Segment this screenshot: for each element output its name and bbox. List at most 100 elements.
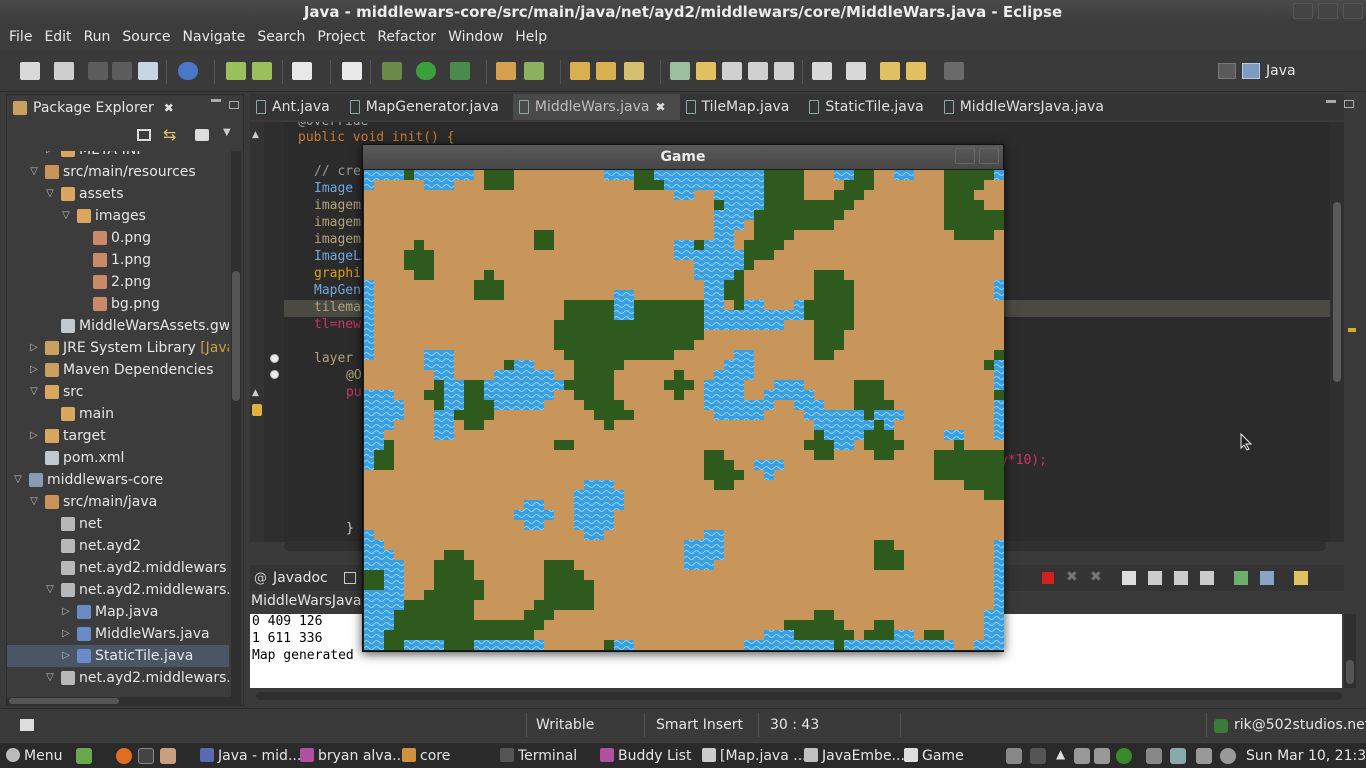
tree-row[interactable]: net.ayd2 — [7, 535, 229, 557]
clock[interactable]: Sun Mar 10, 21:35 — [1246, 746, 1366, 766]
tree-row[interactable]: ▽ src/main/java — [7, 491, 229, 513]
new-icon[interactable] — [20, 62, 40, 80]
print-preview-icon[interactable] — [138, 62, 158, 80]
fold-icon[interactable] — [270, 370, 279, 379]
chevron-down-icon[interactable]: ▽ — [61, 205, 71, 227]
chevron-down-icon[interactable]: ▽ — [29, 161, 39, 183]
tree-row[interactable]: ▽ net.ayd2.middlewars.c — [7, 667, 229, 689]
taskbar-window-button[interactable]: JavaEmbe... — [804, 746, 905, 766]
highlight-icon[interactable] — [696, 62, 716, 80]
maximize-view-icon[interactable] — [229, 101, 239, 109]
menu-refactor[interactable]: Refactor — [377, 29, 436, 45]
search-icon[interactable] — [624, 62, 644, 80]
remove-all-icon[interactable]: ✖ — [1090, 569, 1102, 585]
editor-tab[interactable]: MapGenerator.java — [344, 94, 513, 120]
console-vscrollbar[interactable] — [1344, 614, 1356, 688]
tree-row[interactable]: ▷ target — [7, 425, 229, 447]
chevron-down-icon[interactable]: ▽ — [13, 469, 23, 491]
tree-row[interactable]: ▽ images — [7, 205, 229, 227]
new-console-icon[interactable] — [1294, 571, 1308, 585]
overview-marker[interactable] — [1348, 328, 1356, 332]
tree-row[interactable]: ▽ middlewars-core — [7, 469, 229, 491]
tree-row[interactable]: ▷META-INF — [7, 151, 229, 161]
close-view-icon[interactable]: ✖ — [164, 101, 174, 115]
settings-icon[interactable] — [1220, 748, 1236, 764]
toggle-block-icon[interactable] — [722, 62, 742, 80]
terminate-icon[interactable] — [1042, 572, 1054, 584]
open-perspective-icon[interactable] — [1218, 63, 1236, 79]
menu-file[interactable]: File — [9, 29, 32, 45]
editor-tab[interactable]: MiddleWars.java ✖ — [512, 94, 680, 120]
console-hscrollbar[interactable] — [256, 692, 1342, 700]
tree-row[interactable]: ▽ assets — [7, 183, 229, 205]
tree-row[interactable]: ▷ Map.java — [7, 601, 229, 623]
minimize-editor-icon[interactable] — [1326, 100, 1336, 103]
tree-row[interactable]: main — [7, 403, 229, 425]
clear-console-icon[interactable] — [1122, 571, 1136, 585]
taskbar-window-button[interactable]: Game — [904, 746, 964, 766]
chat-icon[interactable] — [1146, 748, 1162, 764]
chevron-up-icon[interactable]: ▲ — [1056, 747, 1065, 761]
menu-source[interactable]: Source — [122, 29, 170, 45]
menu-edit[interactable]: Edit — [44, 29, 71, 45]
files-launcher-icon[interactable] — [160, 748, 176, 764]
tree-row[interactable]: ▷ MiddleWars.java — [7, 623, 229, 645]
save-all-icon[interactable] — [88, 62, 108, 80]
run-external-icon[interactable] — [450, 62, 470, 80]
game-minimize-button[interactable] — [955, 148, 975, 164]
minimize-button[interactable] — [1293, 3, 1313, 19]
editor-vscrollbar[interactable] — [1330, 122, 1344, 542]
open-browser-icon[interactable] — [178, 62, 198, 80]
chevron-right-icon[interactable]: ▷ — [61, 645, 71, 667]
menu-project[interactable]: Project — [317, 29, 365, 45]
print-icon[interactable] — [112, 62, 132, 80]
collapse-all-icon[interactable] — [137, 129, 151, 141]
editor-tab[interactable]: TileMap.java — [680, 94, 804, 120]
remove-launch-icon[interactable]: ✖ — [1066, 569, 1078, 585]
menu-navigate[interactable]: Navigate — [183, 29, 246, 45]
perspective-switcher[interactable]: Java — [1218, 60, 1328, 82]
chevron-right-icon[interactable]: ▷ — [29, 359, 39, 381]
tree-row[interactable]: ▷ StaticTile.java — [7, 645, 229, 667]
tree-row[interactable]: ▽ src/main/resources — [7, 161, 229, 183]
monitor-icon[interactable] — [1006, 748, 1022, 764]
chevron-right-icon[interactable]: ▷ — [61, 601, 71, 623]
open-console-icon[interactable] — [1234, 571, 1248, 585]
close-tray-icon[interactable] — [1030, 748, 1046, 764]
wifi-icon[interactable] — [1074, 748, 1090, 764]
tree-scrollbar[interactable] — [231, 151, 241, 705]
debug-icon[interactable] — [382, 62, 402, 80]
tree-hscrollbar[interactable] — [7, 697, 231, 705]
chevron-down-icon[interactable]: ▽ — [29, 381, 39, 403]
fast-view-icon[interactable] — [20, 719, 34, 731]
run-icon[interactable] — [416, 62, 436, 80]
close-button[interactable] — [1343, 3, 1363, 19]
chevron-right-icon[interactable]: ▷ — [61, 623, 71, 645]
taskbar-window-button[interactable]: [Map.java ... — [702, 746, 807, 766]
next-annotation-icon[interactable] — [812, 62, 832, 80]
tree-row[interactable]: pom.xml — [7, 447, 229, 469]
chevron-right-icon[interactable]: ▷ — [29, 337, 39, 359]
firefox-icon[interactable] — [116, 748, 132, 764]
tree-row[interactable]: net — [7, 513, 229, 535]
dropdown-icon[interactable]: ▼ — [223, 127, 231, 138]
game-close-button[interactable] — [979, 148, 999, 164]
start-menu-button[interactable]: Menu — [6, 746, 62, 766]
tree-row[interactable]: ▷JRE System Library [JavaS — [7, 337, 229, 359]
menu-search[interactable]: Search — [257, 29, 305, 45]
new-class-icon[interactable] — [496, 62, 516, 80]
tree-row[interactable]: bg.png — [7, 293, 229, 315]
paragraph-icon[interactable] — [774, 62, 794, 80]
editor-tab[interactable]: MiddleWarsJava.java — [938, 94, 1118, 120]
taskbar-window-button[interactable]: Java - mid... — [200, 746, 301, 766]
tree-row[interactable]: ▽ src — [7, 381, 229, 403]
menu-run[interactable]: Run — [84, 29, 111, 45]
task-icon[interactable] — [292, 62, 312, 80]
open-type-icon[interactable] — [570, 62, 590, 80]
open-resource-icon[interactable] — [596, 62, 616, 80]
tile-map[interactable] — [364, 170, 1004, 650]
tree-row[interactable]: 2.png — [7, 271, 229, 293]
annotation-icon[interactable] — [670, 62, 690, 80]
maximize-editor-icon[interactable] — [1344, 100, 1354, 108]
taskbar-window-button[interactable]: Terminal — [500, 746, 577, 766]
